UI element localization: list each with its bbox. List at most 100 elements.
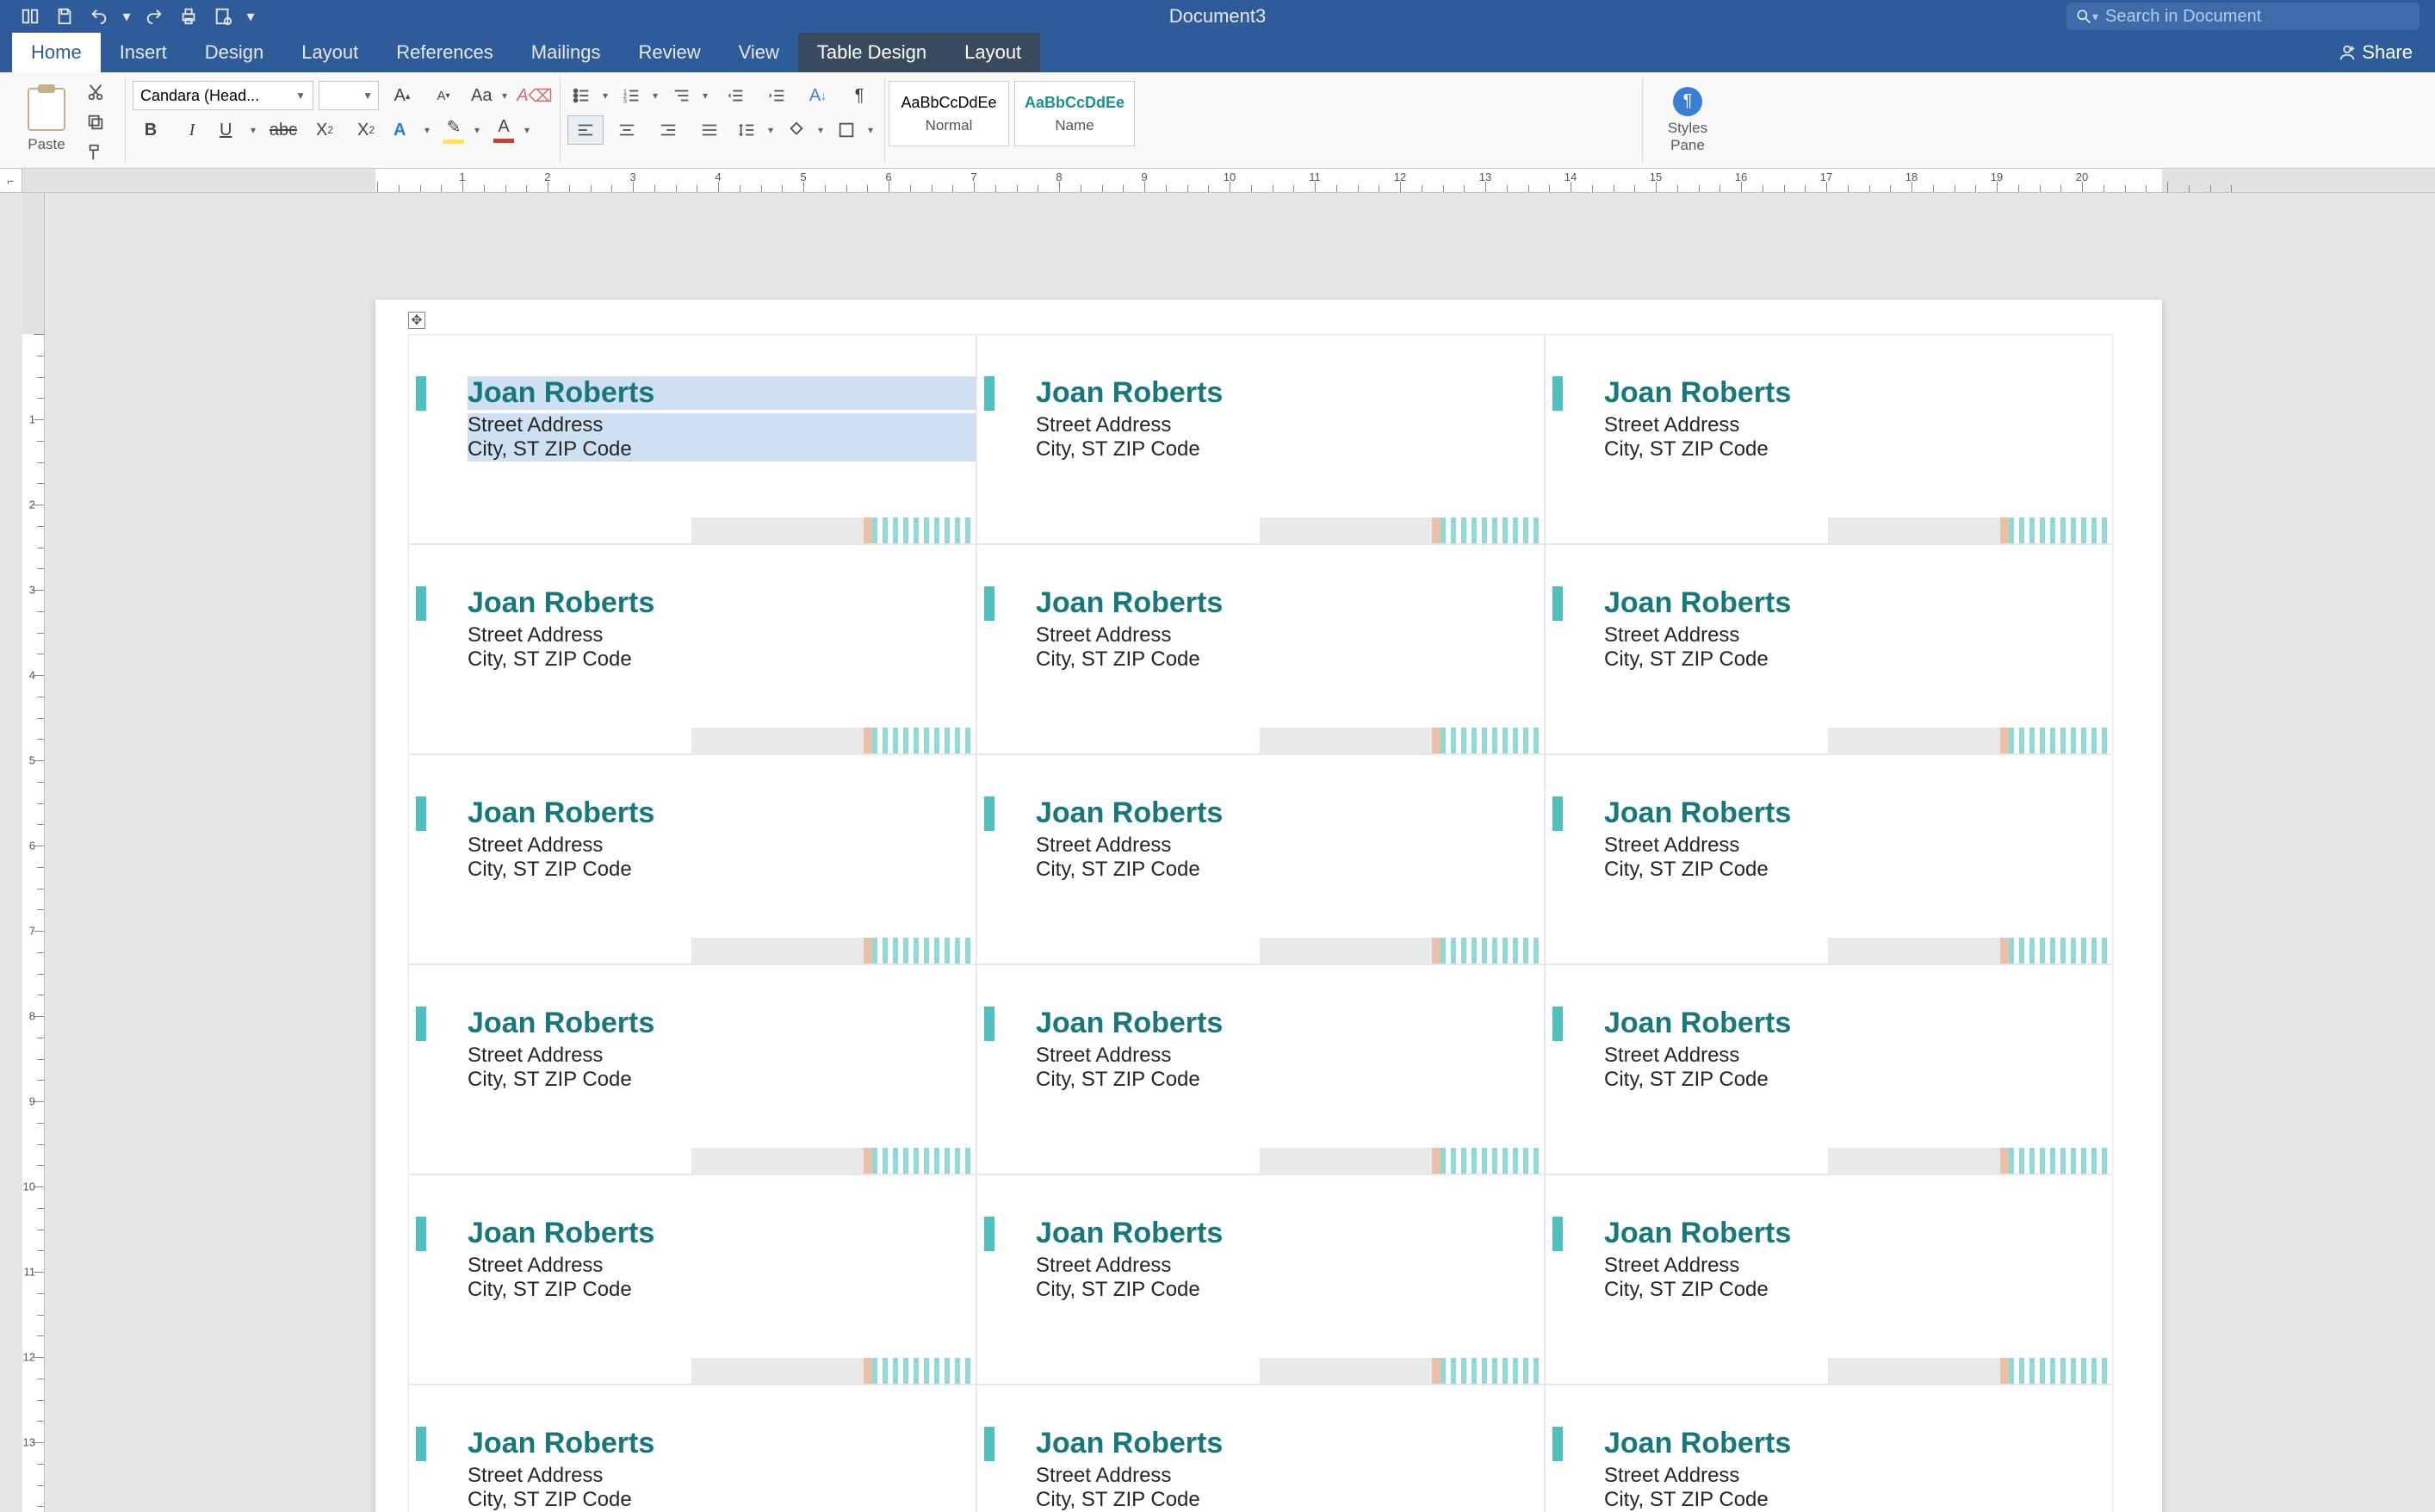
align-left-button[interactable]: [567, 115, 604, 145]
label-city-text[interactable]: City, ST ZIP Code: [468, 858, 976, 882]
label-address-text[interactable]: Street Address: [1604, 623, 2112, 648]
document-workspace[interactable]: 12345678910111213 ✥ Joan Roberts Street A…: [22, 193, 2435, 1512]
tab-view[interactable]: View: [720, 33, 798, 72]
label-address-text[interactable]: Street Address: [468, 1254, 976, 1278]
label-cell[interactable]: Joan RobertsStreet AddressCity, ST ZIP C…: [976, 1174, 1545, 1385]
label-name-text[interactable]: Joan Roberts: [1604, 586, 2112, 620]
label-name-text[interactable]: Joan Roberts: [468, 376, 976, 410]
italic-button[interactable]: I: [174, 115, 210, 145]
label-cell[interactable]: Joan Roberts Street AddressCity, ST ZIP C…: [408, 334, 976, 544]
label-name-text[interactable]: Joan Roberts: [1036, 1007, 1544, 1040]
ruler-corner[interactable]: ⌐: [0, 169, 22, 193]
label-cell[interactable]: Joan Roberts Street AddressCity, ST ZIP C…: [408, 1385, 976, 1512]
vertical-ruler[interactable]: 12345678910111213: [22, 193, 45, 1512]
decrease-font-button[interactable]: A▾: [425, 81, 462, 110]
tab-table-layout[interactable]: Layout: [945, 33, 1040, 72]
label-name-text[interactable]: Joan Roberts: [468, 1217, 976, 1250]
label-city-text[interactable]: City, ST ZIP Code: [468, 1488, 976, 1512]
label-address-text[interactable]: Street Address: [1036, 1464, 1544, 1488]
tab-insert[interactable]: Insert: [101, 33, 186, 72]
borders-button[interactable]: ▾: [833, 115, 877, 145]
tab-home[interactable]: Home: [12, 33, 101, 72]
share-button[interactable]: Share: [2331, 33, 2420, 72]
label-city-text[interactable]: City, ST ZIP Code: [468, 648, 976, 672]
label-city-text[interactable]: City, ST ZIP Code: [468, 437, 976, 462]
label-name-text[interactable]: Joan Roberts: [1036, 376, 1544, 410]
label-city-text[interactable]: City, ST ZIP Code: [468, 1068, 976, 1092]
label-address-text[interactable]: Street Address: [468, 833, 976, 858]
font-name-select[interactable]: Candara (Head...▼: [133, 81, 313, 110]
horizontal-ruler[interactable]: 1234567891011121314151617181920: [22, 169, 2435, 193]
label-address-text[interactable]: Street Address: [1604, 1464, 2112, 1488]
label-cell[interactable]: Joan RobertsStreet AddressCity, ST ZIP C…: [1545, 754, 2113, 964]
search-box[interactable]: ▾: [2066, 3, 2420, 30]
undo-dropdown-icon[interactable]: ▾: [121, 5, 133, 28]
increase-indent-button[interactable]: [759, 81, 795, 110]
strikethrough-button[interactable]: abc: [265, 115, 301, 145]
label-address-text[interactable]: Street Address: [1036, 623, 1544, 648]
label-cell[interactable]: Joan RobertsStreet AddressCity, ST ZIP C…: [1545, 334, 2113, 544]
superscript-button[interactable]: X2: [348, 115, 384, 145]
label-cell[interactable]: Joan RobertsStreet AddressCity, ST ZIP C…: [1545, 544, 2113, 754]
label-cell[interactable]: Joan Roberts Street AddressCity, ST ZIP C…: [976, 544, 1545, 754]
label-address-text[interactable]: Street Address: [468, 1464, 976, 1488]
tab-references[interactable]: References: [377, 33, 512, 72]
label-name-text[interactable]: Joan Roberts: [1604, 1427, 2112, 1460]
font-size-select[interactable]: ▼: [319, 81, 379, 110]
print-preview-icon[interactable]: [210, 5, 236, 28]
label-address-text[interactable]: Street Address: [468, 413, 976, 437]
label-city-text[interactable]: City, ST ZIP Code: [1036, 437, 1544, 462]
style-normal[interactable]: AaBbCcDdEe Normal: [889, 81, 1009, 146]
decrease-indent-button[interactable]: [717, 81, 753, 110]
line-spacing-button[interactable]: ▾: [733, 115, 778, 145]
label-name-text[interactable]: Joan Roberts: [468, 796, 976, 830]
search-dropdown-icon[interactable]: ▾: [2092, 9, 2098, 24]
change-case-button[interactable]: Aa▾: [467, 81, 511, 110]
label-name-text[interactable]: Joan Roberts: [468, 586, 976, 620]
label-city-text[interactable]: City, ST ZIP Code: [1604, 437, 2112, 462]
view-mode-icon[interactable]: [17, 5, 43, 28]
label-name-text[interactable]: Joan Roberts: [468, 1427, 976, 1460]
label-cell[interactable]: Joan RobertsStreet AddressCity, ST ZIP C…: [976, 1385, 1545, 1512]
label-city-text[interactable]: City, ST ZIP Code: [1604, 1488, 2112, 1512]
label-cell[interactable]: Joan Roberts Street AddressCity, ST ZIP C…: [408, 754, 976, 964]
label-name-text[interactable]: Joan Roberts: [1036, 796, 1544, 830]
label-address-text[interactable]: Street Address: [1604, 1254, 2112, 1278]
font-color-button[interactable]: A▾: [489, 115, 534, 145]
undo-icon[interactable]: [86, 5, 112, 28]
bold-button[interactable]: B: [133, 115, 169, 145]
label-name-text[interactable]: Joan Roberts: [1036, 1427, 1544, 1460]
label-name-text[interactable]: Joan Roberts: [1604, 1217, 2112, 1250]
label-name-text[interactable]: Joan Roberts: [468, 1007, 976, 1040]
label-address-text[interactable]: Street Address: [1036, 1044, 1544, 1068]
print-icon[interactable]: [176, 5, 201, 28]
label-city-text[interactable]: City, ST ZIP Code: [1604, 858, 2112, 882]
clear-formatting-button[interactable]: A⌫: [517, 81, 553, 110]
table-move-handle[interactable]: ✥: [408, 312, 425, 329]
copy-button[interactable]: [81, 111, 110, 133]
save-icon[interactable]: [52, 5, 77, 28]
justify-button[interactable]: [691, 115, 728, 145]
align-right-button[interactable]: [650, 115, 686, 145]
align-center-button[interactable]: [609, 115, 645, 145]
label-cell[interactable]: Joan Roberts Street AddressCity, ST ZIP C…: [1545, 1174, 2113, 1385]
label-address-text[interactable]: Street Address: [1604, 413, 2112, 437]
underline-button[interactable]: U▾: [215, 115, 260, 145]
highlight-button[interactable]: ✎▾: [439, 115, 484, 145]
label-address-text[interactable]: Street Address: [468, 623, 976, 648]
format-painter-button[interactable]: [81, 141, 110, 163]
label-city-text[interactable]: City, ST ZIP Code: [1604, 1278, 2112, 1302]
label-name-text[interactable]: Joan Roberts: [1604, 1007, 2112, 1040]
show-marks-button[interactable]: ¶: [841, 81, 877, 110]
styles-pane-button[interactable]: ¶ Styles Pane: [1650, 77, 1726, 163]
tab-layout[interactable]: Layout: [282, 33, 377, 72]
label-name-text[interactable]: Joan Roberts: [1036, 586, 1544, 620]
increase-font-button[interactable]: A▴: [384, 81, 420, 110]
label-address-text[interactable]: Street Address: [1604, 1044, 2112, 1068]
label-city-text[interactable]: City, ST ZIP Code: [1036, 1278, 1544, 1302]
label-address-text[interactable]: Street Address: [468, 1044, 976, 1068]
label-cell[interactable]: Joan RobertsStreet AddressCity, ST ZIP C…: [976, 964, 1545, 1174]
label-city-text[interactable]: City, ST ZIP Code: [1036, 648, 1544, 672]
qat-customize-icon[interactable]: ▾: [245, 5, 257, 28]
cut-button[interactable]: [81, 81, 110, 102]
